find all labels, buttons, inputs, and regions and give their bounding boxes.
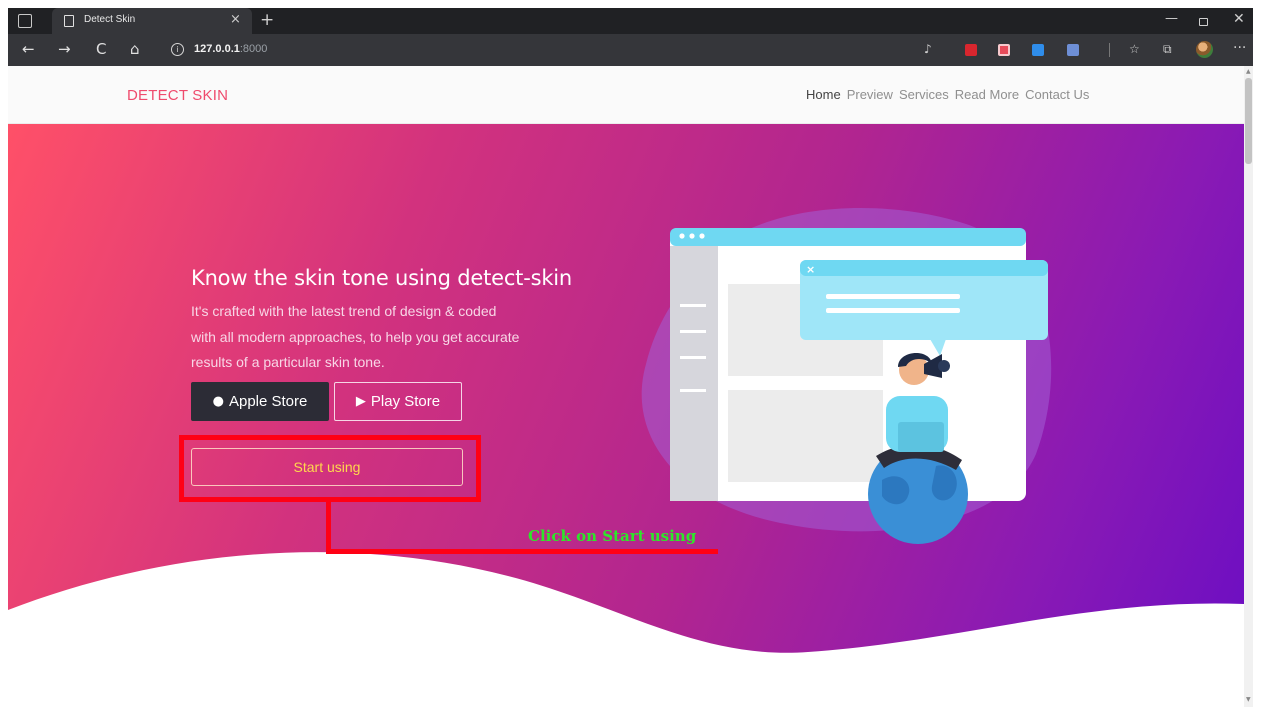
- tab-close-icon[interactable]: ×: [230, 12, 241, 27]
- address-bar[interactable]: 127.0.0.1:8000: [194, 43, 267, 55]
- browser-toolbar: ← → C ⌂ i 127.0.0.1:8000 ♪ ☆ ⧉ ···: [8, 34, 1253, 66]
- nav-contact-us[interactable]: Contact Us: [1025, 87, 1089, 102]
- play-store-label: Play Store: [370, 393, 441, 410]
- hero-subtitle-line: with all modern approaches, to help you …: [191, 328, 520, 345]
- profile-avatar[interactable]: [1196, 41, 1213, 58]
- hero-subtitle-line: results of a particular skin tone.: [191, 354, 385, 370]
- hero-subtitle: It's crafted with the latest trend of de…: [191, 299, 631, 376]
- page-viewport: DETECT SKIN Home Preview Services Read M…: [8, 66, 1244, 707]
- site-brand[interactable]: DETECT SKIN: [127, 87, 228, 104]
- nav-read-more[interactable]: Read More: [955, 87, 1019, 102]
- favorites-icon[interactable]: ☆: [1129, 42, 1140, 56]
- site-nav: Home Preview Services Read More Contact …: [806, 87, 1089, 102]
- browser-tab-bar: Detect Skin × + — ✕: [8, 8, 1253, 34]
- maximize-icon[interactable]: [1199, 18, 1208, 26]
- annotation-connector: [326, 549, 718, 554]
- hero-title: Know the skin tone using detect-skin: [191, 266, 573, 290]
- tab-actions-icon[interactable]: [18, 14, 32, 28]
- hero-illustration: ×: [641, 208, 1052, 544]
- svg-text:×: ×: [806, 263, 815, 276]
- page-scrollbar[interactable]: ▲ ▼: [1244, 66, 1253, 707]
- play-icon: ▶: [355, 394, 366, 409]
- apple-icon: ●: [212, 394, 224, 409]
- extension-blue-icon[interactable]: [1032, 44, 1044, 56]
- window-close-icon[interactable]: ✕: [1233, 11, 1245, 27]
- apple-store-button[interactable]: ● Apple Store: [191, 382, 329, 421]
- home-icon[interactable]: ⌂: [130, 40, 140, 58]
- site-info-icon[interactable]: i: [171, 43, 184, 56]
- toolbar-divider: [1109, 43, 1110, 57]
- scroll-up-arrow[interactable]: ▲: [1246, 68, 1251, 75]
- apple-store-label: Apple Store: [228, 393, 308, 410]
- hero-section: Know the skin tone using detect-skin It'…: [8, 124, 1244, 707]
- address-host: 127.0.0.1: [194, 43, 240, 55]
- collections-icon[interactable]: ⧉: [1163, 42, 1172, 57]
- nav-services[interactable]: Services: [899, 87, 949, 102]
- page-icon: [64, 15, 74, 27]
- hero-subtitle-line: It's crafted with the latest trend of de…: [191, 303, 497, 319]
- scroll-down-arrow[interactable]: ▼: [1246, 696, 1251, 703]
- extension-icon[interactable]: [965, 44, 977, 56]
- reload-icon[interactable]: C: [96, 40, 106, 58]
- back-icon[interactable]: ←: [22, 40, 35, 58]
- settings-menu-icon[interactable]: ···: [1233, 40, 1246, 56]
- read-aloud-icon[interactable]: ♪: [924, 42, 932, 56]
- pocket-icon[interactable]: [998, 44, 1010, 56]
- new-tab-icon[interactable]: +: [260, 10, 274, 30]
- site-navbar: DETECT SKIN Home Preview Services Read M…: [8, 66, 1244, 124]
- annotation-connector: [326, 502, 331, 554]
- translate-icon[interactable]: [1067, 44, 1079, 56]
- minimize-icon[interactable]: —: [1165, 11, 1178, 26]
- play-store-button[interactable]: ▶ Play Store: [334, 382, 462, 421]
- nav-preview[interactable]: Preview: [847, 87, 893, 102]
- annotation-highlight-box: [179, 435, 481, 502]
- address-port: :8000: [239, 43, 268, 55]
- tab-title: Detect Skin: [84, 14, 136, 25]
- forward-icon[interactable]: →: [58, 40, 71, 58]
- scroll-thumb[interactable]: [1245, 78, 1252, 164]
- nav-home[interactable]: Home: [806, 87, 841, 102]
- browser-tab[interactable]: Detect Skin ×: [52, 8, 252, 34]
